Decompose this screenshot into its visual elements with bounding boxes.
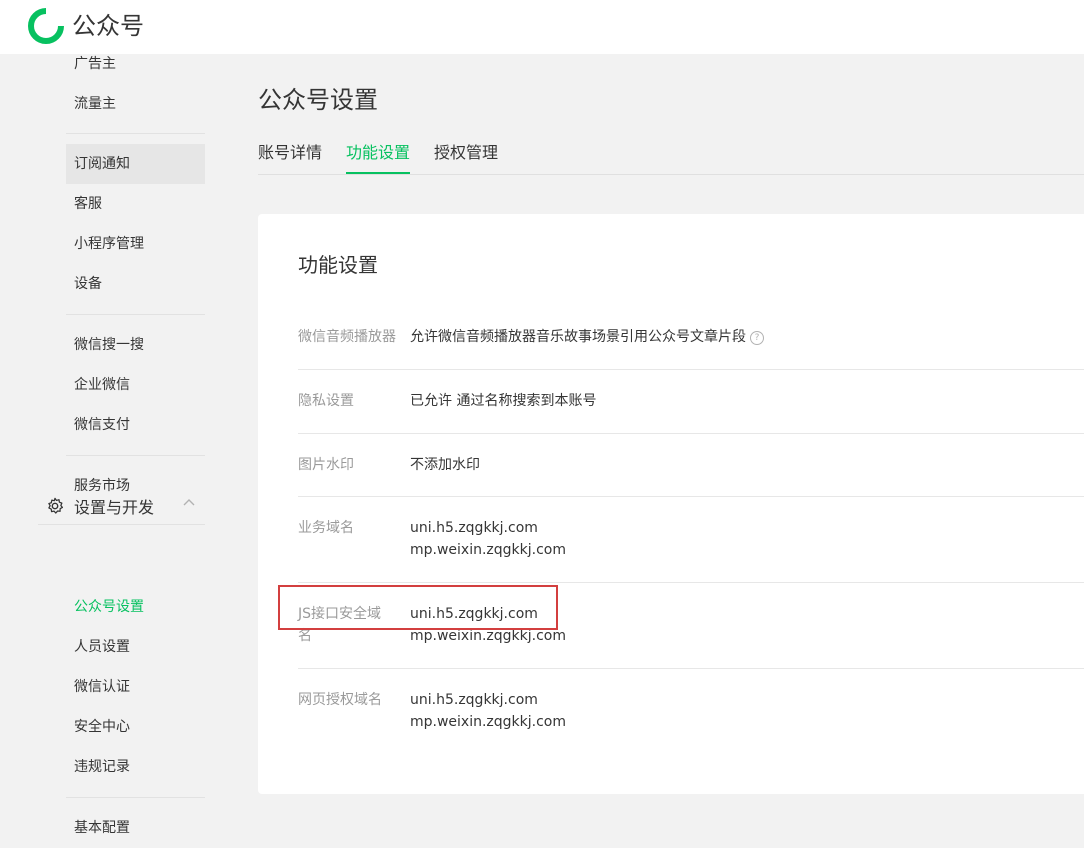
row-label: 微信音频播放器	[298, 329, 396, 345]
tab-account-details[interactable]: 账号详情	[258, 138, 322, 174]
row-value-text: 允许微信音频播放器音乐故事场景引用公众号文章片段	[410, 329, 746, 345]
sidebar-item-member-settings[interactable]: 人员设置	[66, 627, 205, 667]
sidebar-divider	[66, 455, 205, 456]
row-value: uni.h5.zqgkkj.com mp.weixin.zqgkkj.com	[410, 517, 566, 561]
wechat-official-account-logo-icon[interactable]	[28, 8, 64, 44]
row-value: 已允许 通过名称搜索到本账号	[410, 390, 596, 412]
page-title: 公众号设置	[258, 86, 378, 114]
row-value-text: 不添加水印	[410, 457, 480, 473]
domain-text: uni.h5.zqgkkj.com	[410, 692, 538, 708]
sidebar-divider	[66, 314, 205, 315]
sidebar-item-wechat-pay[interactable]: 微信支付	[66, 405, 205, 445]
settings-row-watermark: 图片水印 不添加水印	[298, 434, 1084, 497]
help-icon[interactable]: ?	[750, 331, 764, 345]
sidebar-section-settings-dev[interactable]: 设置与开发	[46, 486, 206, 526]
sidebar-divider	[66, 797, 205, 798]
sidebar-section-label: 设置与开发	[74, 498, 155, 517]
sidebar-item-customer-service[interactable]: 客服	[66, 184, 205, 224]
row-value: 不添加水印	[410, 454, 480, 476]
settings-row-business-domain: 业务域名 uni.h5.zqgkkj.com mp.weixin.zqgkkj.…	[298, 497, 1084, 583]
sidebar-item-advertiser[interactable]: 广告主	[66, 44, 205, 84]
sidebar-item-wecom[interactable]: 企业微信	[66, 365, 205, 405]
chevron-up-icon[interactable]	[182, 496, 196, 510]
domain-text: mp.weixin.zqgkkj.com	[410, 714, 567, 730]
settings-row-audio-player: 微信音频播放器 允许微信音频播放器音乐故事场景引用公众号文章片段?	[298, 318, 1084, 370]
sidebar-item-traffic-owner[interactable]: 流量主	[66, 84, 205, 124]
row-value: 允许微信音频播放器音乐故事场景引用公众号文章片段?	[410, 326, 764, 348]
sidebar-item-wechat-search[interactable]: 微信搜一搜	[66, 325, 205, 365]
row-label: 图片水印	[298, 457, 354, 473]
settings-card: 功能设置 微信音频播放器 允许微信音频播放器音乐故事场景引用公众号文章片段? 隐…	[258, 214, 1084, 794]
domain-text: mp.weixin.zqgkkj.com	[410, 542, 567, 558]
row-label: 业务域名	[298, 520, 354, 536]
sidebar-divider	[66, 133, 205, 134]
sidebar-item-wechat-verification[interactable]: 微信认证	[66, 667, 205, 707]
sidebar-item-violation-records[interactable]: 违规记录	[66, 747, 205, 787]
sidebar-item-device[interactable]: 设备	[66, 264, 205, 304]
tab-authorization-management[interactable]: 授权管理	[434, 138, 498, 174]
brand-name: 公众号	[72, 12, 144, 40]
annotation-highlight-box	[278, 585, 558, 630]
sidebar-item-security-center[interactable]: 安全中心	[66, 707, 205, 747]
sidebar-item-account-settings[interactable]: 公众号设置	[66, 587, 205, 627]
row-label: 隐私设置	[298, 393, 354, 409]
domain-text: uni.h5.zqgkkj.com	[410, 520, 538, 536]
sidebar-item-subscription-notice[interactable]: 订阅通知	[66, 144, 205, 184]
sidebar-item-mini-program[interactable]: 小程序管理	[66, 224, 205, 264]
row-value: uni.h5.zqgkkj.com mp.weixin.zqgkkj.com	[410, 689, 566, 733]
settings-row-privacy: 隐私设置 已允许 通过名称搜索到本账号	[298, 370, 1084, 434]
row-value-text: 已允许 通过名称搜索到本账号	[410, 393, 597, 409]
tab-feature-settings[interactable]: 功能设置	[346, 138, 411, 174]
settings-row-oauth-domain: 网页授权域名 uni.h5.zqgkkj.com mp.weixin.zqgkk…	[298, 669, 1084, 754]
card-title: 功能设置	[298, 253, 378, 277]
tab-bar: 账号详情 功能设置 授权管理	[258, 138, 1084, 175]
row-label: 网页授权域名	[298, 692, 382, 708]
gear-icon	[48, 497, 64, 514]
sidebar-item-basic-config[interactable]: 基本配置	[66, 808, 205, 848]
